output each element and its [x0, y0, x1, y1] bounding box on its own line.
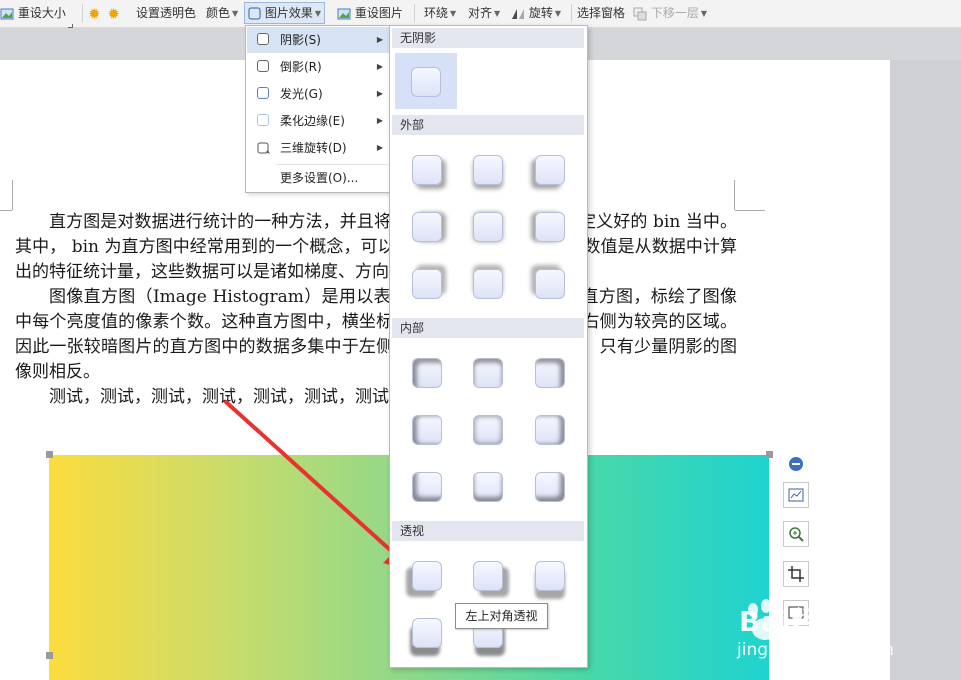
- shadow-tile[interactable]: [535, 561, 565, 591]
- soft-edges-icon: [257, 114, 269, 126]
- menu-item-label: 更多设置(O)...: [280, 171, 359, 185]
- menu-item-soft-edges[interactable]: 柔化边缘(E) ▶: [247, 108, 390, 134]
- menu-item-label: 阴影(S): [280, 33, 321, 47]
- shadow-tile[interactable]: [473, 269, 503, 299]
- chevron-right-icon: ▶: [376, 116, 383, 125]
- shadow-tile-top-left-perspective[interactable]: [412, 561, 442, 591]
- menu-item-label: 倒影(R): [280, 60, 322, 74]
- shadow-tile[interactable]: [473, 358, 503, 388]
- chevron-right-icon: ▶: [376, 35, 383, 44]
- menu-item-3d-rotation[interactable]: 三维旋转(D) ▶: [247, 135, 390, 161]
- shadow-tile[interactable]: [535, 155, 565, 185]
- menu-item-shadow[interactable]: 阴影(S) ▶: [247, 27, 390, 53]
- shadow-icon: [257, 33, 269, 45]
- watermark-brand: Bai经验: [739, 605, 850, 638]
- shadow-tile[interactable]: [535, 358, 565, 388]
- menu-item-label: 三维旋转(D): [280, 141, 347, 155]
- menu-item-label: 发光(G): [280, 87, 323, 101]
- shadow-tile[interactable]: [412, 415, 442, 445]
- shadow-tile[interactable]: [473, 415, 503, 445]
- shadow-tile[interactable]: [473, 212, 503, 242]
- glow-icon: [257, 87, 269, 99]
- shadow-tile[interactable]: [535, 415, 565, 445]
- shadow-tile[interactable]: [412, 472, 442, 502]
- shadow-tile[interactable]: [412, 618, 442, 648]
- shadow-tile[interactable]: [535, 212, 565, 242]
- shadow-gallery: 无阴影 外部 内部 透视: [389, 25, 588, 668]
- tooltip: 左上对角透视: [455, 603, 548, 629]
- watermark: Bai经验 jingyan.baidu.com: [733, 596, 961, 680]
- reflection-icon: [257, 60, 269, 72]
- chevron-right-icon: ▶: [376, 89, 383, 98]
- watermark-url: jingyan.baidu.com: [737, 640, 894, 660]
- shadow-tile[interactable]: [473, 561, 503, 591]
- shadow-tile[interactable]: [535, 269, 565, 299]
- section-header: 内部: [392, 318, 584, 338]
- menu-item-glow[interactable]: 发光(G) ▶: [247, 81, 390, 107]
- no-shadow-option[interactable]: [395, 53, 457, 109]
- shadow-tile[interactable]: [412, 212, 442, 242]
- section-header: 外部: [392, 115, 584, 135]
- chevron-right-icon: ▶: [376, 143, 383, 152]
- shadow-tile: [411, 67, 441, 97]
- menu-item-label: 柔化边缘(E): [280, 114, 345, 128]
- menu-item-reflection[interactable]: 倒影(R) ▶: [247, 54, 390, 80]
- chevron-right-icon: ▶: [376, 62, 383, 71]
- shadow-tile[interactable]: [473, 155, 503, 185]
- shadow-tile[interactable]: [412, 358, 442, 388]
- shadow-tile[interactable]: [535, 472, 565, 502]
- section-header: 透视: [392, 521, 584, 541]
- menu-item-more-settings[interactable]: 更多设置(O)...: [247, 165, 390, 191]
- section-header: 无阴影: [392, 28, 584, 48]
- shadow-tile[interactable]: [412, 269, 442, 299]
- shadow-tile[interactable]: [412, 155, 442, 185]
- picture-effects-menu: 阴影(S) ▶ 倒影(R) ▶ 发光(G) ▶ 柔化边缘(E) ▶ 三维旋转(D…: [245, 25, 392, 193]
- 3d-rotation-icon: [257, 142, 270, 154]
- shadow-tile[interactable]: [473, 472, 503, 502]
